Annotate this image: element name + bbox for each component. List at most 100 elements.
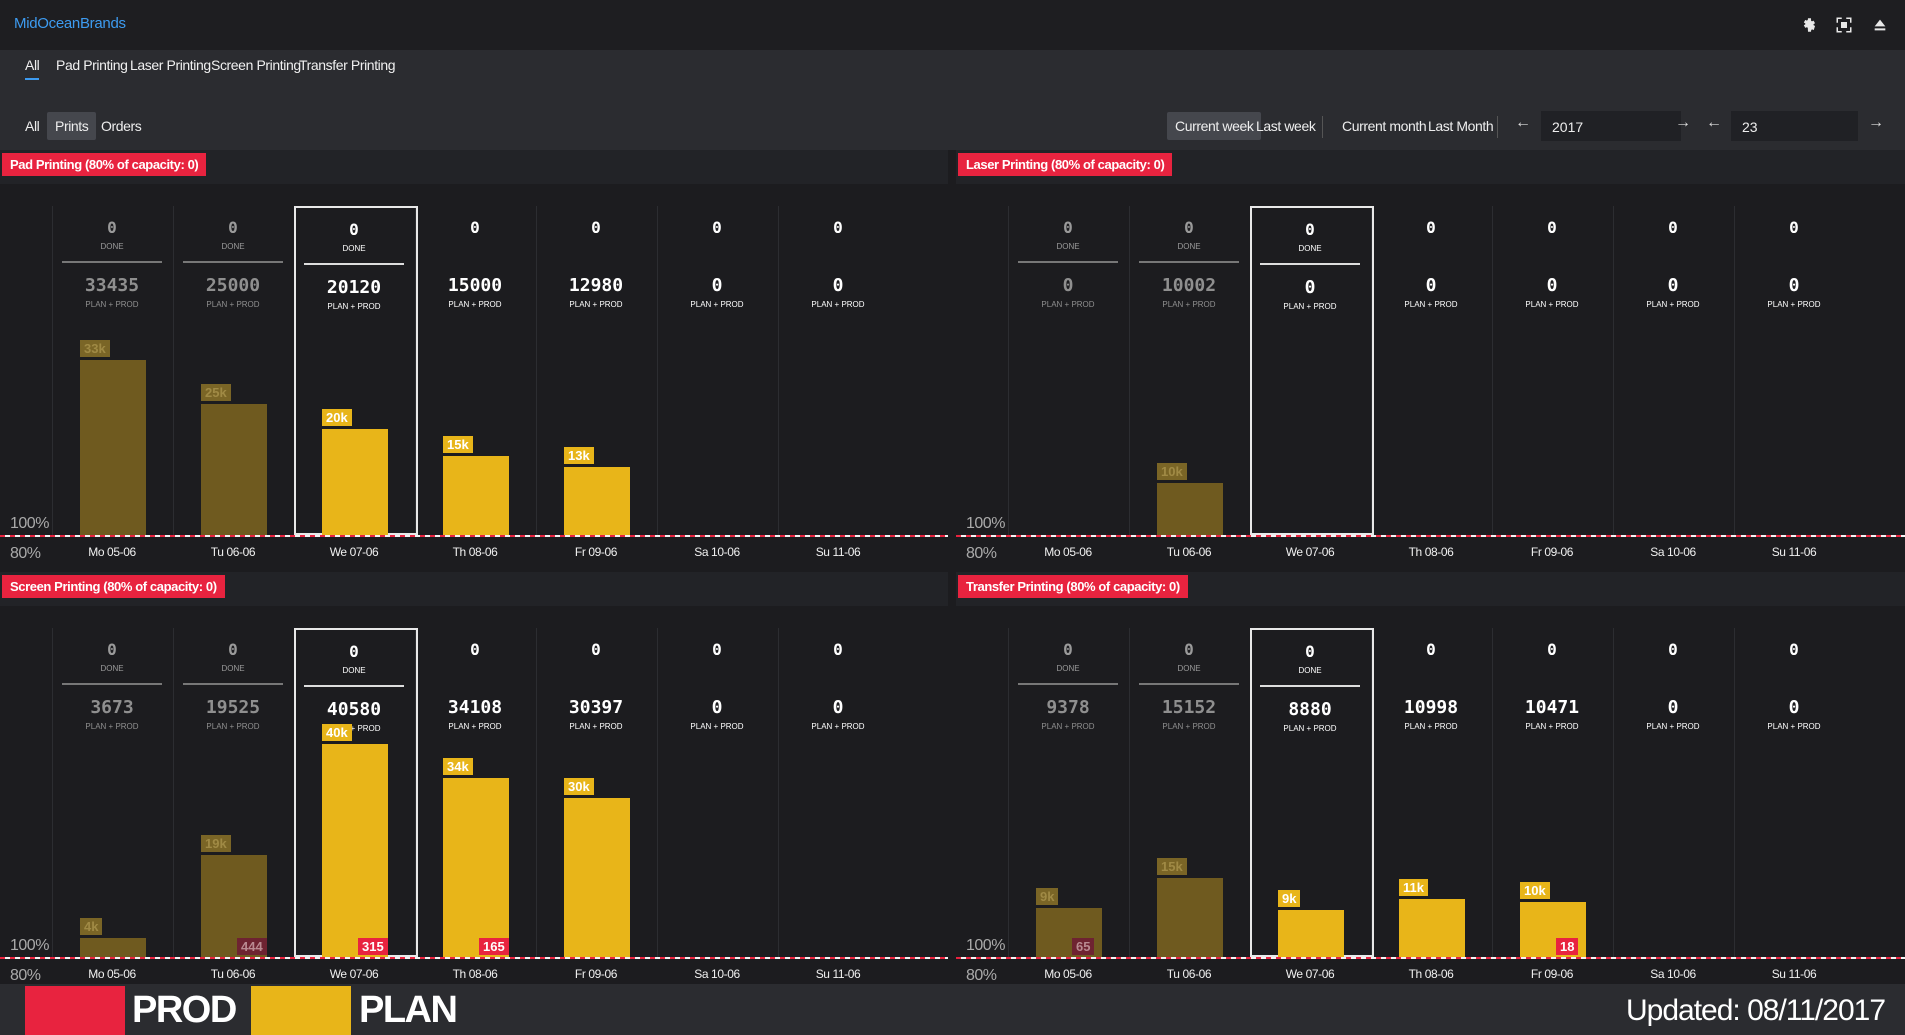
plan-prod-value: 25000 bbox=[205, 275, 261, 296]
tab-all[interactable]: All bbox=[25, 57, 40, 80]
day-label: Mo 05-06 bbox=[88, 545, 136, 559]
plan-prod-label: PLAN + PROD bbox=[1767, 300, 1821, 309]
plan-bar[interactable] bbox=[443, 778, 509, 957]
plan-prod-label: PLAN + PROD bbox=[811, 722, 865, 731]
updated-timestamp: Updated: 08/11/2017 bbox=[1625, 994, 1886, 1027]
plan-prod-label: PLAN + PROD bbox=[1646, 300, 1700, 309]
fullscreen-icon[interactable] bbox=[1833, 14, 1855, 36]
plan-bar-label: 9k bbox=[1036, 888, 1059, 905]
plan-bar-label: 20k bbox=[322, 409, 352, 426]
plan-bar[interactable] bbox=[1399, 899, 1465, 957]
plan-bar-label: 19k bbox=[201, 835, 231, 852]
plan-bar-label: 30k bbox=[564, 778, 594, 795]
plan-prod-value: 3673 bbox=[90, 697, 134, 718]
plan-prod-value: 0 bbox=[711, 275, 723, 296]
plan-bar[interactable] bbox=[322, 429, 388, 535]
done-value: 0 bbox=[1426, 640, 1436, 659]
done-value: 0 bbox=[1063, 218, 1073, 237]
last-week-button[interactable]: Last week bbox=[1248, 112, 1323, 140]
plan-prod-label: PLAN + PROD bbox=[1767, 722, 1821, 731]
plan-bar[interactable] bbox=[564, 798, 630, 957]
plan-bar[interactable] bbox=[322, 744, 388, 957]
prod-value-badge: 65 bbox=[1072, 938, 1095, 955]
done-value: 0 bbox=[1305, 642, 1315, 661]
eject-icon[interactable] bbox=[1869, 14, 1891, 36]
plan-bar[interactable] bbox=[80, 360, 146, 535]
tab-screen-printing[interactable]: Screen Printing bbox=[211, 57, 301, 78]
legend-plan-label: PLAN bbox=[359, 989, 458, 1031]
plan-prod-value: 0 bbox=[1788, 697, 1800, 718]
week-input[interactable]: 23 bbox=[1731, 111, 1858, 141]
plan-bar-label: 33k bbox=[80, 340, 110, 357]
prod-swatch bbox=[25, 986, 125, 1035]
plan-bar[interactable] bbox=[1278, 910, 1344, 957]
tab-pad-printing[interactable]: Pad Printing bbox=[56, 57, 128, 78]
gear-icon[interactable] bbox=[1797, 14, 1819, 36]
capacity-80-label: 80% bbox=[966, 545, 997, 560]
plan-bar-label: 15k bbox=[443, 436, 473, 453]
plan-prod-label: PLAN + PROD bbox=[1646, 722, 1700, 731]
filter-all-button[interactable]: All bbox=[17, 112, 47, 140]
panel: Transfer Printing (80% of capacity: 0) 0 D… bbox=[956, 572, 1905, 984]
divider bbox=[1322, 116, 1323, 138]
day-label: We 07-06 bbox=[1285, 545, 1335, 559]
done-value: 0 bbox=[1547, 218, 1557, 237]
plan-prod-value: 33435 bbox=[84, 275, 140, 296]
separator bbox=[1139, 261, 1239, 263]
current-day-box bbox=[1250, 628, 1374, 957]
capacity-80-label: 80% bbox=[10, 967, 41, 984]
grid-line bbox=[657, 628, 658, 957]
grid-line bbox=[1129, 206, 1130, 535]
app-title[interactable]: MidOceanBrands bbox=[14, 15, 126, 32]
done-value: 0 bbox=[833, 640, 843, 659]
plan-bar[interactable] bbox=[201, 404, 267, 535]
plan-prod-value: 0 bbox=[1425, 275, 1437, 296]
done-value: 0 bbox=[228, 218, 238, 237]
done-label: DONE bbox=[100, 242, 124, 251]
done-label: DONE bbox=[342, 244, 366, 253]
plan-bar[interactable] bbox=[443, 456, 509, 535]
filter-orders-button[interactable]: Orders bbox=[93, 112, 149, 140]
plan-prod-label: PLAN + PROD bbox=[1404, 722, 1458, 731]
plan-prod-label: PLAN + PROD bbox=[1283, 302, 1337, 311]
plan-bar-label: 11k bbox=[1399, 879, 1428, 896]
year-prev-arrow-icon[interactable]: ← bbox=[1515, 114, 1531, 132]
plan-prod-value: 15152 bbox=[1161, 697, 1217, 718]
day-label: Th 08-06 bbox=[1408, 545, 1454, 559]
plan-bar-label: 15k bbox=[1157, 858, 1187, 875]
plan-prod-label: PLAN + PROD bbox=[1041, 722, 1095, 731]
plan-prod-value: 19525 bbox=[205, 697, 261, 718]
plan-prod-label: PLAN + PROD bbox=[206, 300, 260, 309]
done-value: 0 bbox=[349, 642, 359, 661]
plan-prod-value: 20120 bbox=[326, 277, 382, 298]
plan-bar-label: 10k bbox=[1520, 882, 1550, 899]
done-label: DONE bbox=[1298, 244, 1322, 253]
week-next-arrow-icon[interactable]: → bbox=[1868, 114, 1884, 132]
plan-prod-value: 40580 bbox=[326, 699, 382, 720]
legend-footer: PROD PLAN Updated: 08/11/2017 bbox=[0, 984, 1905, 1035]
plan-bar[interactable] bbox=[1157, 483, 1223, 535]
done-value: 0 bbox=[1305, 220, 1315, 239]
plan-prod-value: 0 bbox=[1062, 275, 1074, 296]
plan-bar[interactable] bbox=[1157, 878, 1223, 957]
grid-line bbox=[1492, 206, 1493, 535]
plan-prod-value: 0 bbox=[1546, 275, 1558, 296]
filter-prints-button[interactable]: Prints bbox=[47, 112, 97, 140]
day-label: Tu 06-06 bbox=[1166, 967, 1212, 981]
plan-bar[interactable] bbox=[80, 938, 146, 957]
year-next-arrow-icon[interactable]: → bbox=[1675, 114, 1691, 132]
tab-transfer-printing[interactable]: Transfer Printing bbox=[299, 57, 396, 78]
week-prev-arrow-icon[interactable]: ← bbox=[1706, 114, 1722, 132]
tab-laser-printing[interactable]: Laser Printing bbox=[130, 57, 211, 78]
last-month-button[interactable]: Last Month bbox=[1420, 112, 1501, 140]
plan-prod-label: PLAN + PROD bbox=[327, 302, 381, 311]
plan-prod-label: PLAN + PROD bbox=[327, 724, 381, 733]
day-label: Fr 09-06 bbox=[1530, 545, 1574, 559]
done-label: DONE bbox=[1056, 664, 1080, 673]
separator bbox=[62, 261, 162, 263]
plan-bar[interactable] bbox=[564, 467, 630, 535]
year-input[interactable]: 2017 bbox=[1541, 111, 1681, 141]
separator bbox=[1018, 683, 1118, 685]
panel: Laser Printing (80% of capacity: 0) 0 DONE… bbox=[956, 150, 1905, 560]
capacity-line bbox=[0, 957, 948, 959]
